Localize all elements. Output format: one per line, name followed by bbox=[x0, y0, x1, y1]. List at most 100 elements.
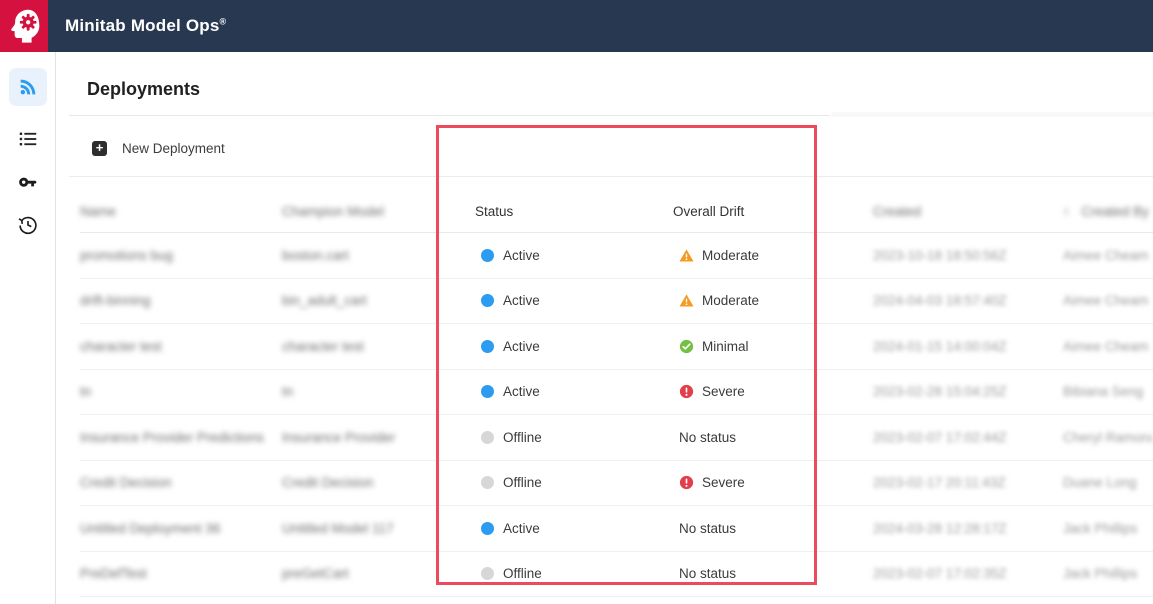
drift-badge: Moderate bbox=[673, 248, 873, 263]
cell-champion-model: bin_adult_cart bbox=[282, 293, 475, 308]
new-deployment-button[interactable]: + New Deployment bbox=[92, 137, 225, 159]
drift-label: No status bbox=[679, 566, 736, 581]
cell-champion-model: character test bbox=[282, 339, 475, 354]
drift-badge: Minimal bbox=[673, 339, 873, 354]
drift-badge: No status bbox=[673, 521, 873, 536]
drift-icon bbox=[679, 248, 694, 263]
deployments-table: Name Champion Model Status Overall Drift… bbox=[80, 176, 1153, 597]
status-dot-icon bbox=[481, 249, 494, 262]
created-by-header-label: Created By bbox=[1082, 204, 1150, 219]
column-header-created[interactable]: Created bbox=[873, 204, 1063, 219]
cell-created-by: Aimee Cheam bbox=[1063, 339, 1153, 354]
status-badge: Active bbox=[475, 384, 673, 399]
status-label: Active bbox=[503, 248, 540, 263]
table-row[interactable]: Insurance Provider Predictions Insurance… bbox=[80, 415, 1153, 461]
cell-deployment-name: Credit Decision bbox=[80, 475, 282, 490]
drift-badge: Severe bbox=[673, 384, 873, 399]
table-row[interactable]: Untitled Deployment 36 Untitled Model 11… bbox=[80, 506, 1153, 552]
status-badge: Active bbox=[475, 339, 673, 354]
status-badge: Offline bbox=[475, 566, 673, 581]
new-deployment-label: New Deployment bbox=[122, 141, 225, 156]
cell-created: 2023-02-17 20:11:43Z bbox=[873, 475, 1063, 490]
top-bar: Minitab Model Ops® bbox=[0, 0, 1153, 52]
cell-created-by: Aimee Cheam bbox=[1063, 293, 1153, 308]
sidebar-item-deployments[interactable] bbox=[0, 68, 56, 106]
cell-created-by: Jack Phillips bbox=[1063, 521, 1153, 536]
table-header-row: Name Champion Model Status Overall Drift… bbox=[80, 176, 1153, 233]
drift-icon bbox=[679, 475, 694, 490]
status-dot-icon bbox=[481, 567, 494, 580]
title-divider-faint bbox=[832, 112, 1153, 117]
cell-deployment-name: promotions bug bbox=[80, 248, 282, 263]
sidebar-item-api-keys[interactable] bbox=[0, 163, 56, 201]
drift-label: No status bbox=[679, 430, 736, 445]
status-dot-icon bbox=[481, 340, 494, 353]
main-content: Deployments + New Deployment Name Champi… bbox=[56, 52, 1153, 604]
cell-created-by: Duane Long bbox=[1063, 475, 1153, 490]
history-icon bbox=[17, 214, 39, 236]
table-row[interactable]: PreDefTest preGetCart Offline No status … bbox=[80, 552, 1153, 598]
drift-badge: No status bbox=[673, 566, 873, 581]
cell-champion-model: tn bbox=[282, 384, 475, 399]
app-title: Minitab Model Ops® bbox=[65, 16, 226, 36]
drift-badge: Severe bbox=[673, 475, 873, 490]
cell-champion-model: preGetCart bbox=[282, 566, 475, 581]
column-header-status[interactable]: Status bbox=[475, 204, 673, 219]
cell-created: 2023-02-28 15:04:25Z bbox=[873, 384, 1063, 399]
cell-created-by: Aimee Cheam bbox=[1063, 248, 1153, 263]
cell-created: 2023-10-18 18:50:56Z bbox=[873, 248, 1063, 263]
table-row[interactable]: drift-binning bin_adult_cart Active Mode… bbox=[80, 279, 1153, 325]
drift-icon bbox=[679, 339, 694, 354]
status-label: Offline bbox=[503, 430, 542, 445]
plus-icon: + bbox=[92, 141, 107, 156]
drift-label: Moderate bbox=[702, 293, 759, 308]
minitab-brand-logo bbox=[0, 0, 48, 52]
table-row[interactable]: Credit Decision Credit Decision Offline … bbox=[80, 461, 1153, 507]
cell-deployment-name: tn bbox=[80, 384, 282, 399]
status-dot-icon bbox=[481, 476, 494, 489]
column-header-champion-model[interactable]: Champion Model bbox=[282, 204, 475, 219]
drift-badge: Moderate bbox=[673, 293, 873, 308]
cell-created-by: Bibiana Seng bbox=[1063, 384, 1153, 399]
cell-deployment-name: PreDefTest bbox=[80, 566, 282, 581]
drift-label: Moderate bbox=[702, 248, 759, 263]
key-icon bbox=[17, 171, 39, 193]
drift-label: Severe bbox=[702, 384, 745, 399]
sort-asc-icon: ↑ bbox=[1063, 204, 1070, 219]
title-divider bbox=[69, 115, 830, 116]
page-title: Deployments bbox=[87, 79, 200, 100]
cell-created: 2024-03-28 12:28:17Z bbox=[873, 521, 1063, 536]
drift-badge: No status bbox=[673, 430, 873, 445]
status-badge: Active bbox=[475, 521, 673, 536]
cell-deployment-name: character test bbox=[80, 339, 282, 354]
cell-champion-model: Credit Decision bbox=[282, 475, 475, 490]
status-badge: Offline bbox=[475, 475, 673, 490]
cell-created: 2023-02-07 17:02:35Z bbox=[873, 566, 1063, 581]
column-header-name[interactable]: Name bbox=[80, 204, 282, 219]
status-badge: Active bbox=[475, 248, 673, 263]
drift-label: Severe bbox=[702, 475, 745, 490]
list-icon bbox=[17, 128, 39, 150]
table-row[interactable]: tn tn Active Severe 2023-02-28 15:04:25Z… bbox=[80, 370, 1153, 416]
rss-icon bbox=[17, 76, 39, 98]
table-row[interactable]: character test character test Active Min… bbox=[80, 324, 1153, 370]
status-label: Active bbox=[503, 384, 540, 399]
cell-created-by: Cheryl Ramona bbox=[1063, 430, 1153, 445]
column-header-created-by[interactable]: ↑ Created By bbox=[1063, 204, 1153, 219]
status-dot-icon bbox=[481, 522, 494, 535]
status-label: Active bbox=[503, 339, 540, 354]
drift-label: No status bbox=[679, 521, 736, 536]
sidebar-item-model-list[interactable] bbox=[0, 120, 56, 158]
drift-icon bbox=[679, 293, 694, 308]
table-row[interactable]: promotions bug boston.cart Active Modera… bbox=[80, 233, 1153, 279]
sidebar-item-history[interactable] bbox=[0, 206, 56, 244]
status-badge: Offline bbox=[475, 430, 673, 445]
head-gear-icon bbox=[4, 4, 44, 48]
cell-champion-model: Insurance Provider bbox=[282, 430, 475, 445]
table-body: promotions bug boston.cart Active Modera… bbox=[80, 233, 1153, 597]
column-header-overall-drift[interactable]: Overall Drift bbox=[673, 204, 873, 219]
cell-champion-model: Untitled Model 117 bbox=[282, 521, 475, 536]
cell-deployment-name: Untitled Deployment 36 bbox=[80, 521, 282, 536]
status-label: Offline bbox=[503, 475, 542, 490]
drift-label: Minimal bbox=[702, 339, 749, 354]
